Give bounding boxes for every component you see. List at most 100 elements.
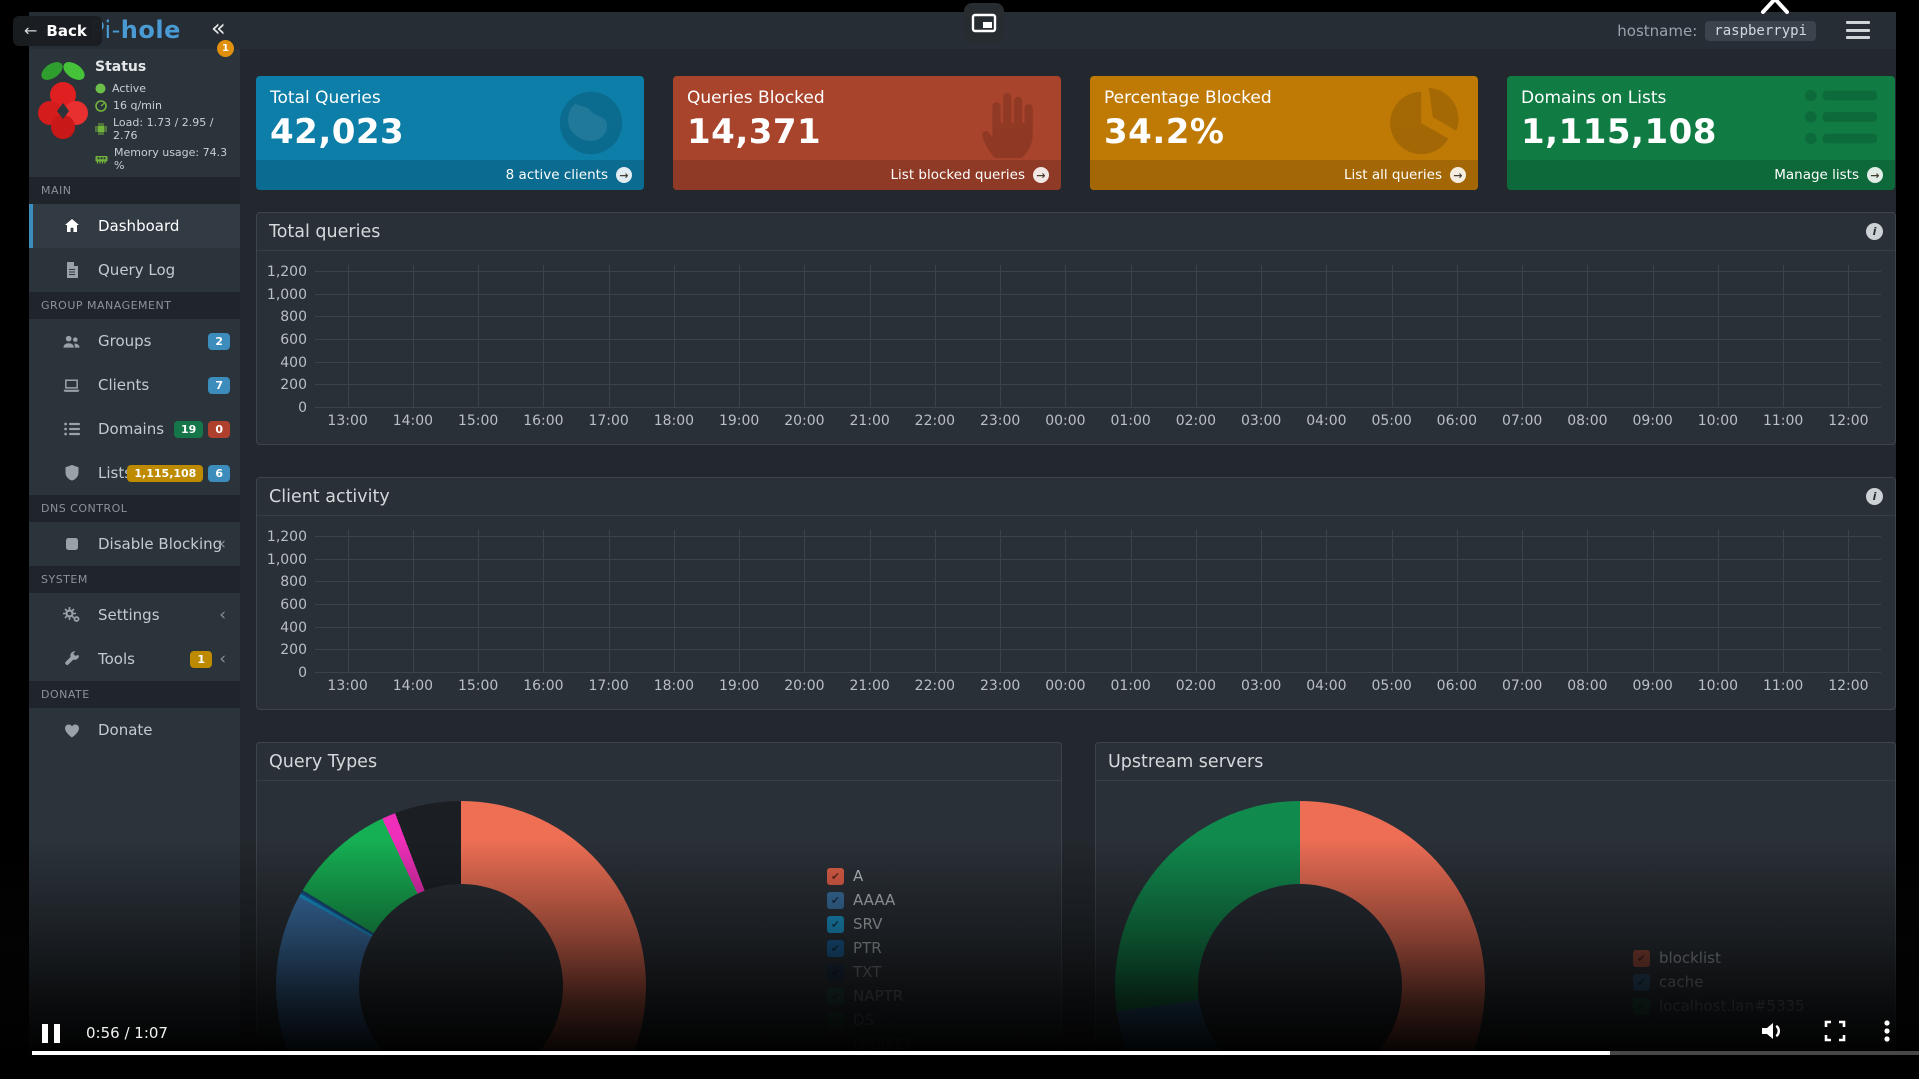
status-title: Status [95,59,240,75]
card-footer-link[interactable]: List all queries→ [1090,160,1478,190]
count-badge: 0 [208,421,230,438]
x-tick-label: 17:00 [588,678,628,694]
client-activity-chart[interactable]: 02004006008001,0001,20013:0014:0015:0016… [257,516,1895,709]
x-tick-label: 02:00 [1176,413,1216,429]
globe-icon [552,84,630,166]
memory-icon [95,154,108,164]
y-tick-label: 1,000 [267,552,307,568]
x-tick-label: 06:00 [1437,413,1477,429]
x-tick-label: 23:00 [980,678,1020,694]
count-badge: 6 [208,465,230,482]
volume-icon[interactable] [1759,1019,1787,1047]
y-tick-label: 400 [280,620,307,636]
hostname-value: raspberrypi [1705,21,1816,41]
checkbox-icon: ✔ [827,988,844,1005]
main-content: Total Queries42,0238 active clients→Quer… [240,49,1896,1079]
shield-icon [63,465,80,481]
app-title: Pi-hole [90,16,181,44]
fullscreen-icon[interactable] [1823,1019,1847,1047]
y-tick-label: 1,000 [267,287,307,303]
sidebar-item-disable-blocking[interactable]: Disable Blocking‹ [29,522,240,566]
video-player-stage: Pi-hole « 1 hostname: raspberrypi [0,0,1919,1079]
arrow-right-icon: → [616,167,632,183]
sidebar-collapse-icon[interactable]: « [211,14,226,42]
back-button[interactable]: ← Back [13,16,102,46]
chevron-left-icon: ‹ [219,605,226,625]
legend-item-aaaa[interactable]: ✔AAAA [827,891,914,909]
sidebar-item-groups[interactable]: Groups2 [29,319,240,363]
sidebar-item-donate[interactable]: Donate [29,708,240,752]
sidebar-item-label: Settings [98,606,160,624]
x-tick-label: 18:00 [654,678,694,694]
checkbox-icon: ✔ [827,916,844,933]
sidebar-item-query-log[interactable]: Query Log [29,248,240,292]
legend-item-cache[interactable]: ✔cache [1633,973,1805,991]
x-tick-label: 14:00 [393,413,433,429]
panel-title: Query Types [269,752,377,772]
y-tick-label: 600 [280,332,307,348]
home-icon [63,218,80,234]
y-tick-label: 800 [280,574,307,590]
sidebar-menu: MAINDashboardQuery LogGROUP MANAGEMENTGr… [29,177,240,752]
legend-label: blocklist [1659,949,1721,967]
legend-item-txt[interactable]: ✔TXT [827,963,914,981]
wrench-icon [63,651,80,667]
y-tick-label: 600 [280,597,307,613]
player-controls: 0:56 / 1:07 [0,1013,1919,1053]
cpu-icon [95,123,107,135]
pihole-dashboard: Pi-hole « 1 hostname: raspberrypi [29,12,1896,1079]
legend-item-blocklist[interactable]: ✔blocklist [1633,949,1805,967]
x-tick-label: 16:00 [523,678,563,694]
x-tick-label: 23:00 [980,413,1020,429]
status-active-row: Active [95,82,240,95]
card-footer-link[interactable]: 8 active clients→ [256,160,644,190]
total-queries-panel: Total queries i 02004006008001,0001,2001… [256,212,1896,445]
sidebar-item-dashboard[interactable]: Dashboard [29,204,240,248]
checkbox-icon: ✔ [827,940,844,957]
active-dot-icon [95,83,106,94]
sidebar-item-settings[interactable]: Settings ‹ [29,593,240,637]
status-rate-row: 16 q/min [95,99,240,112]
stop-icon [63,537,80,551]
legend-item-ptr[interactable]: ✔PTR [827,939,914,957]
sidebar-item-tools[interactable]: Tools1‹ [29,637,240,681]
count-badge: 7 [208,377,230,394]
x-tick-label: 20:00 [784,678,824,694]
upstream-servers-legend: ✔blocklist✔cache✔localhost.lan#5335 [1633,949,1805,1015]
x-tick-label: 20:00 [784,413,824,429]
x-tick-label: 01:00 [1110,413,1150,429]
info-icon[interactable]: i [1866,223,1883,240]
plot-area: 02004006008001,0001,20013:0014:0015:0016… [315,530,1881,673]
back-label: Back [46,22,86,40]
more-options-icon[interactable] [1883,1019,1891,1047]
sidebar-item-label: Query Log [98,261,175,279]
sidebar-badges: 1 [190,637,212,681]
x-tick-label: 03:00 [1241,413,1281,429]
legend-item-naptr[interactable]: ✔ NAPTR [827,987,914,1005]
count-badge: 1,115,108 [127,465,203,482]
status-memory-row: Memory usage: 74.3 % [95,146,240,172]
card-footer-label: Manage lists [1774,167,1859,183]
info-icon[interactable]: i [1866,488,1883,505]
list-icon [63,422,80,436]
legend-label: AAAA [853,891,895,909]
client-activity-panel: Client activity i 02004006008001,0001,20… [256,477,1896,710]
total-queries-chart[interactable]: 02004006008001,0001,20013:0014:0015:0016… [257,251,1895,444]
sidebar-item-clients[interactable]: Clients7 [29,363,240,407]
card-footer-link[interactable]: Manage lists→ [1507,160,1895,190]
picture-in-picture-icon[interactable] [964,3,1004,43]
card-footer-link[interactable]: List blocked queries→ [673,160,1061,190]
sidebar-item-domains[interactable]: Domains190 [29,407,240,451]
sidebar-badges: 190 [174,407,230,451]
notification-badge[interactable]: 1 [217,40,234,57]
legend-item-srv[interactable]: ✔SRV [827,915,914,933]
sidebar-item-lists[interactable]: Lists1,115,1086 [29,451,240,495]
legend-item-a[interactable]: ✔A [827,867,914,885]
menu-icon[interactable] [1846,21,1870,39]
legend-label: NAPTR [853,987,903,1005]
y-tick-label: 0 [298,400,307,416]
pause-button[interactable] [42,1024,60,1043]
sidebar-badges: 1,115,108 6 [127,451,230,495]
x-tick-label: 09:00 [1632,413,1672,429]
x-tick-label: 08:00 [1567,678,1607,694]
